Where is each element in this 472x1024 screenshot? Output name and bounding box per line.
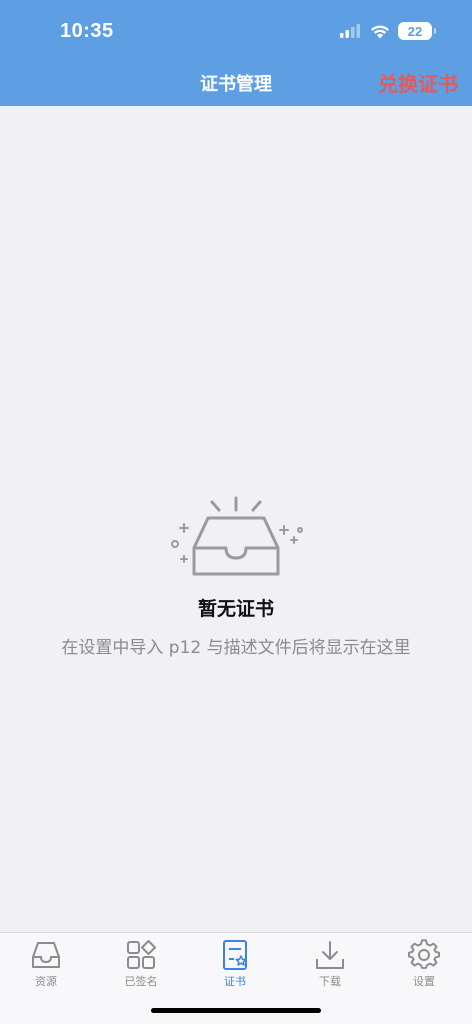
tab-label: 设置 <box>413 975 435 988</box>
tab-settings[interactable]: 设置 <box>394 939 454 989</box>
wifi-icon <box>371 25 389 38</box>
tab-label: 证书 <box>224 975 246 988</box>
tab-label: 资源 <box>35 975 57 988</box>
header: 10:35 22 证书管理 兑换证书 <box>0 0 472 106</box>
status-time: 10:35 <box>60 20 114 42</box>
redeem-certificate-button[interactable]: 兑换证书 <box>378 68 458 97</box>
battery-indicator: 22 <box>398 22 436 40</box>
home-indicator[interactable] <box>151 1008 321 1013</box>
apps-grid-icon <box>127 940 156 969</box>
empty-box-icon <box>171 496 303 576</box>
empty-state-description: 在设置中导入 p12 与描述文件后将显示在这里 <box>61 638 411 658</box>
tab-downloads[interactable]: 下载 <box>300 939 360 989</box>
inbox-icon <box>32 942 60 968</box>
status-icons: 22 <box>340 22 436 40</box>
tab-certificates[interactable]: 证书 <box>205 939 265 989</box>
tab-resources[interactable]: 资源 <box>16 939 76 989</box>
download-icon <box>316 941 344 969</box>
empty-state: 暂无证书 在设置中导入 p12 与描述文件后将显示在这里 <box>0 490 472 658</box>
empty-state-title: 暂无证书 <box>197 598 274 620</box>
certificate-icon <box>223 940 247 970</box>
tab-label: 已签名 <box>124 975 158 988</box>
cellular-signal-icon <box>340 24 360 38</box>
gear-icon <box>408 939 440 969</box>
tab-signed[interactable]: 已签名 <box>111 939 171 989</box>
tab-label: 下载 <box>319 975 341 988</box>
